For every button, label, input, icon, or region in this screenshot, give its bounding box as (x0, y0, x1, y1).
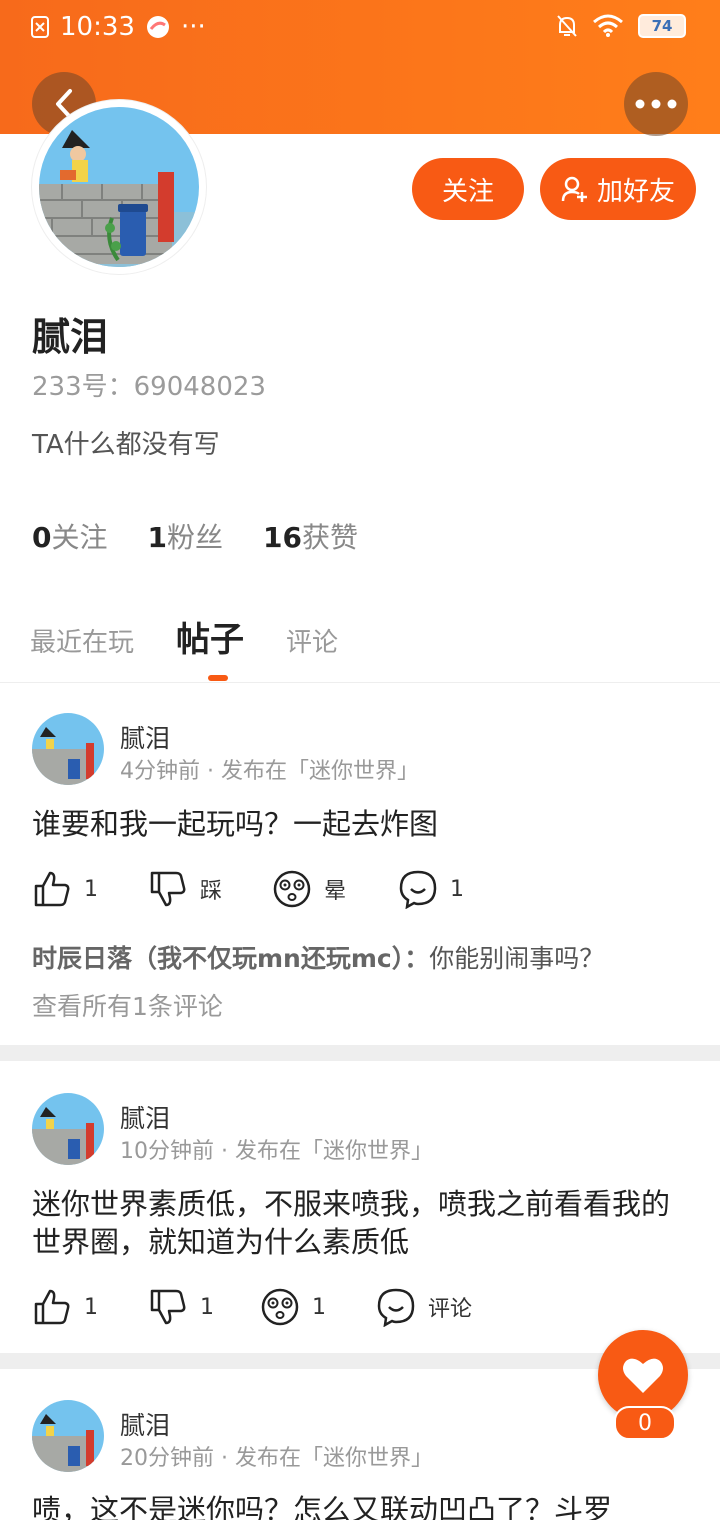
dislike-count: 1 (200, 1294, 214, 1320)
bell-muted-icon (557, 15, 577, 37)
comment-action[interactable]: 评论 (376, 1287, 472, 1327)
sim-off-icon (31, 16, 49, 38)
thumbs-down-icon (150, 1289, 186, 1325)
top-comment-text: 你能别闹事吗？ (429, 944, 605, 973)
stat-fans-count: 1 (147, 521, 167, 554)
stat-following-label: 关注 (51, 521, 108, 554)
post-author-name[interactable]: 腻泪 (120, 1406, 170, 1442)
follow-button[interactable]: 关注 (412, 158, 524, 220)
post-card[interactable]: 腻泪 10分钟前 · 发布在「迷你世界」 迷你世界素质低，不服来喷我，喷我之前看… (0, 1061, 720, 1353)
dizzy-action[interactable]: 1 (260, 1287, 376, 1327)
post-separator (0, 1045, 720, 1061)
dislike-action[interactable]: 1 (148, 1287, 260, 1327)
avatar-thumb (32, 1093, 104, 1165)
profile-uid: 233号：69048023 (32, 372, 266, 402)
post-text: 啧，这不是迷你吗？怎么又联动凹凸了？斗罗 (32, 1493, 613, 1520)
post-text: 迷你世界素质低，不服来喷我，喷我之前看看我的世界圈，就知道为什么素质低 (32, 1187, 671, 1259)
status-right: 74 (556, 14, 686, 38)
profile-stats: 0关注 1粉丝 16获赞 (32, 516, 358, 556)
stat-fans-label: 粉丝 (166, 521, 223, 554)
like-count: 1 (84, 876, 98, 902)
add-user-icon (561, 176, 587, 202)
stat-following[interactable]: 0关注 (32, 516, 108, 556)
post-meta: 4分钟前 · 发布在「迷你世界」 (120, 759, 419, 784)
dislike-action[interactable]: 踩 (148, 869, 272, 909)
avatar-illustration (37, 105, 201, 269)
post-author-name[interactable]: 腻泪 (120, 719, 170, 755)
post-author-avatar[interactable] (32, 1093, 104, 1165)
avatar-thumb (32, 713, 104, 785)
stat-fans[interactable]: 1粉丝 (148, 516, 224, 556)
stat-likes-label: 获赞 (301, 521, 358, 554)
wifi-icon (593, 14, 623, 37)
thumbs-up-icon (34, 871, 70, 907)
comment-label: 评论 (428, 1297, 473, 1322)
tab-recently-played[interactable]: 最近在玩 (30, 622, 134, 659)
status-bar: 10:33 ··· 74 (0, 0, 720, 58)
profile-bio: TA什么都没有写 (32, 430, 220, 460)
active-tab-indicator (208, 675, 228, 681)
thumbs-down-icon (150, 871, 186, 907)
dislike-label: 踩 (200, 879, 223, 904)
comment-bubble-icon (377, 1288, 415, 1327)
post-author-avatar[interactable] (32, 713, 104, 785)
tab-posts[interactable]: 帖子 (176, 612, 244, 661)
post-meta: 20分钟前 · 发布在「迷你世界」 (120, 1446, 433, 1471)
dizzy-face-icon (273, 870, 311, 908)
status-left: 10:33 ··· (30, 12, 206, 42)
profile-avatar[interactable] (32, 100, 206, 274)
post-author-name[interactable]: 腻泪 (120, 1099, 170, 1135)
add-friend-button-label: 加好友 (596, 176, 675, 207)
avatar-thumb (32, 1400, 104, 1472)
profile-tabs: 最近在玩 帖子 评论 (30, 612, 338, 661)
post-card[interactable]: 腻泪 4分钟前 · 发布在「迷你世界」 谁要和我一起玩吗？一起去炸图 1 踩 晕 (0, 683, 720, 1045)
more-dots-icon (635, 99, 677, 109)
post-actions: 1 踩 晕 1 (32, 869, 464, 909)
dizzy-action[interactable]: 晕 (272, 869, 398, 909)
dizzy-face-icon (261, 1288, 299, 1326)
dizzy-count: 1 (312, 1294, 326, 1320)
top-comment-author[interactable]: 时辰日落（我不仅玩mn还玩mc）： (32, 944, 429, 973)
comment-action[interactable]: 1 (398, 869, 464, 909)
post-actions: 1 1 1 评论 (32, 1287, 472, 1327)
comment-bubble-icon (399, 870, 437, 909)
tab-comments[interactable]: 评论 (286, 622, 338, 659)
post-meta: 10分钟前 · 发布在「迷你世界」 (120, 1139, 433, 1164)
more-options-button[interactable] (624, 72, 688, 136)
floating-like-count: 0 (614, 1406, 676, 1440)
profile-name: 腻泪 (32, 315, 109, 359)
battery-indicator: 74 (638, 14, 686, 38)
like-action[interactable]: 1 (32, 869, 148, 909)
comment-count: 1 (450, 876, 464, 902)
like-action[interactable]: 1 (32, 1287, 148, 1327)
follow-button-label: 关注 (441, 176, 494, 207)
stat-likes-count: 16 (263, 521, 302, 554)
add-friend-button[interactable]: 加好友 (540, 158, 696, 220)
view-all-comments-link[interactable]: 查看所有1条评论 (32, 987, 223, 1023)
like-count: 1 (84, 1294, 98, 1320)
status-time: 10:33 (60, 12, 135, 42)
post-author-avatar[interactable] (32, 1400, 104, 1472)
heart-icon (623, 1358, 663, 1393)
app-notification-icon (146, 16, 169, 38)
post-text: 谁要和我一起玩吗？一起去炸图 (32, 807, 439, 841)
stat-likes: 16获赞 (263, 516, 358, 556)
stat-following-count: 0 (32, 521, 52, 554)
thumbs-up-icon (34, 1289, 70, 1325)
status-more-dots: ··· (180, 12, 206, 42)
dizzy-label: 晕 (324, 879, 347, 904)
top-comment[interactable]: 时辰日落（我不仅玩mn还玩mc）：你能别闹事吗？ (32, 939, 604, 975)
